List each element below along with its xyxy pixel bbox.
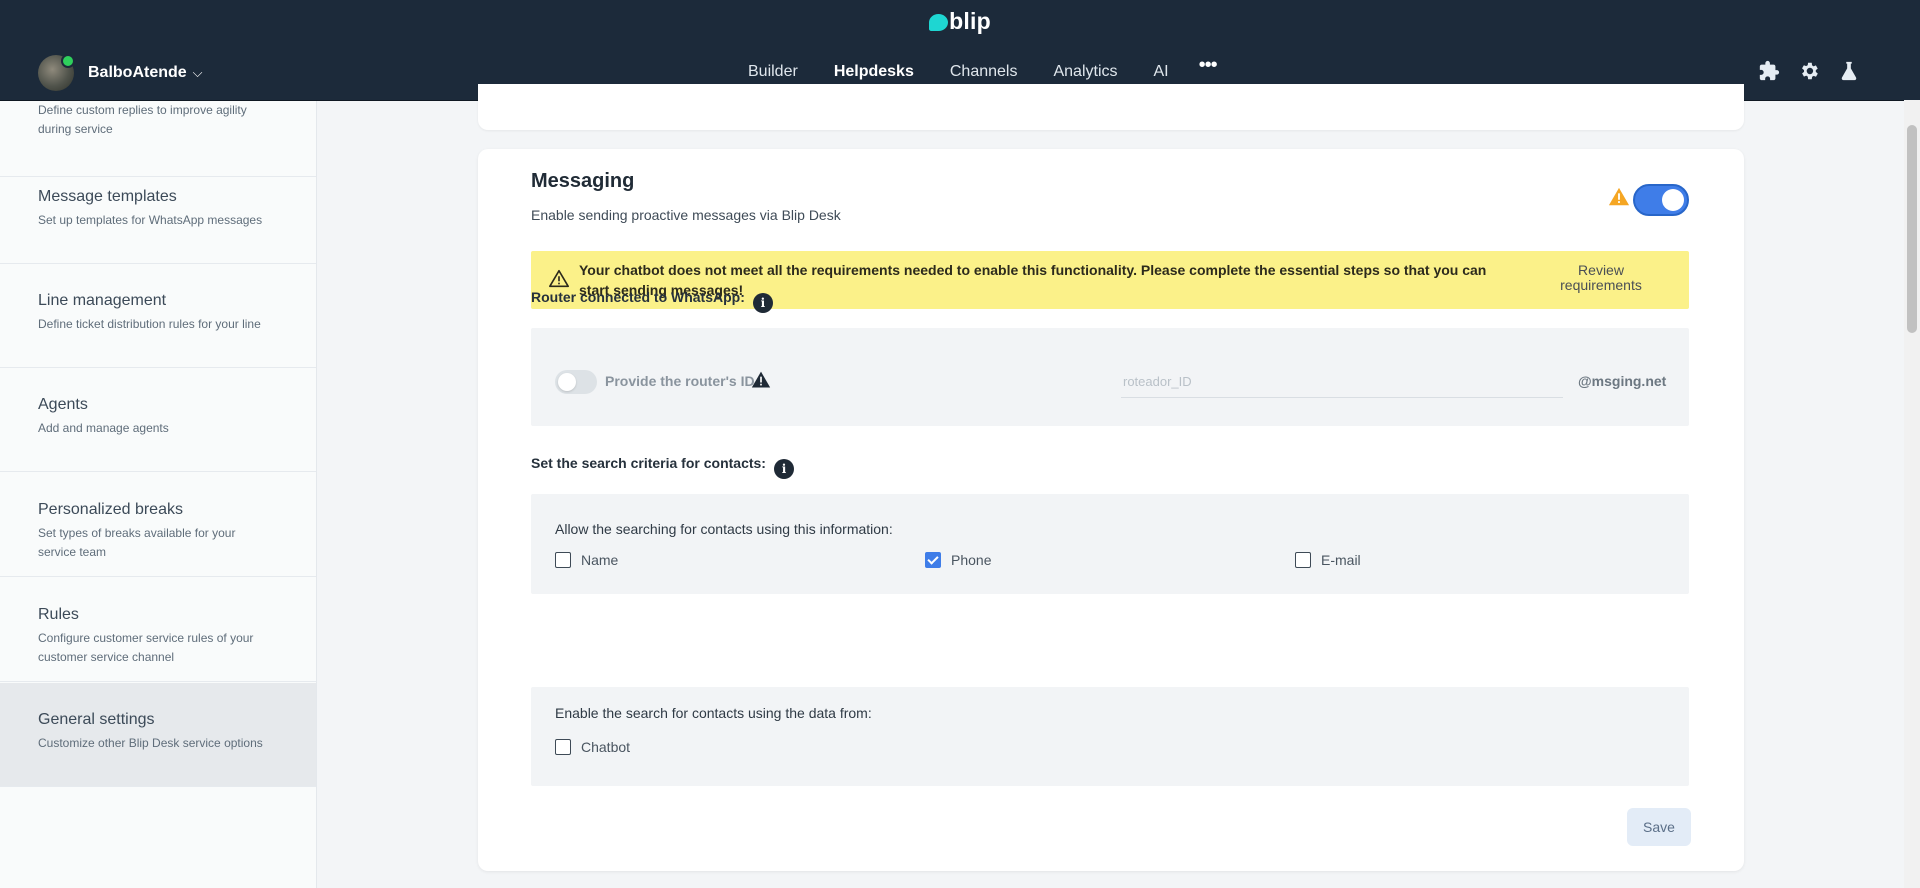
- checkbox-box: [1295, 552, 1311, 568]
- router-domain-suffix: @msging.net: [1578, 373, 1667, 389]
- sidebar-item-title: Rules: [38, 606, 79, 623]
- sidebar-item-desc: Define ticket distribution rules for you…: [38, 317, 261, 331]
- email-checkbox[interactable]: E-mail: [1295, 552, 1361, 568]
- settings-sidebar: Define custom replies to improve agility…: [0, 101, 317, 888]
- router-id-toggle-label: Provide the router's ID: [605, 373, 755, 389]
- sidebar-item-title: Line management: [38, 292, 167, 309]
- logo-text: blip: [949, 8, 991, 34]
- sidebar-item-general-settings[interactable]: General settings Customize other Blip De…: [0, 683, 316, 787]
- messaging-toggle[interactable]: [1633, 184, 1689, 216]
- name-checkbox[interactable]: Name: [555, 552, 618, 568]
- router-section: Router connected to WhatsApp: i: [531, 289, 773, 313]
- warning-icon: [751, 371, 771, 388]
- sidebar-item-title: General settings: [38, 711, 155, 728]
- sidebar-item-title: Personalized breaks: [38, 501, 183, 518]
- search-criteria-section: Set the search criteria for contacts: i: [531, 455, 794, 479]
- checkbox-box: [555, 552, 571, 568]
- messaging-card: Messaging Enable sending proactive messa…: [478, 149, 1744, 871]
- sidebar-item-desc: Customize other Blip Desk service option…: [38, 736, 263, 750]
- extensions-icon[interactable]: [1758, 60, 1780, 82]
- previous-settings-card: [478, 84, 1744, 130]
- checkbox-label: Name: [581, 552, 619, 568]
- online-status-dot: [61, 54, 75, 68]
- header-tools: [1758, 60, 1860, 82]
- checkbox-label: E-mail: [1321, 552, 1361, 568]
- flask-icon[interactable]: [1838, 60, 1860, 82]
- search-source-label: Enable the search for contacts using the…: [555, 705, 872, 721]
- sidebar-item-line-management[interactable]: Line management Define ticket distributi…: [0, 264, 316, 368]
- scrollbar-thumb[interactable]: [1907, 125, 1917, 333]
- info-icon[interactable]: i: [752, 293, 773, 313]
- checkbox-label: Chatbot: [581, 739, 631, 755]
- sidebar-item-desc: Configure customer service rules of your…: [38, 631, 254, 664]
- search-criteria-label: Set the search criteria for contacts:: [531, 455, 766, 471]
- review-requirements-button[interactable]: Review requirements: [1541, 263, 1661, 293]
- toggle-knob: [558, 373, 576, 391]
- sidebar-item-desc: Set types of breaks available for your s…: [38, 526, 236, 559]
- info-icon[interactable]: i: [773, 459, 794, 479]
- checkbox-label: Phone: [951, 552, 992, 568]
- search-source-panel: Enable the search for contacts using the…: [531, 687, 1689, 786]
- warning-icon: [1608, 187, 1630, 206]
- settings-gear-icon[interactable]: [1798, 60, 1820, 82]
- toggle-knob: [1662, 189, 1684, 211]
- sidebar-item-title: Message templates: [38, 188, 177, 205]
- sidebar-item-desc: Set up templates for WhatsApp messages: [38, 213, 263, 227]
- sidebar-item-desc: Add and manage agents: [38, 421, 169, 435]
- blip-logo-bubble-icon: [929, 14, 949, 31]
- checkbox-box: [555, 739, 571, 755]
- router-panel: Provide the router's ID @msging.net: [531, 328, 1689, 426]
- chatbot-checkbox[interactable]: Chatbot: [555, 739, 630, 755]
- search-info-panel: Allow the searching for contacts using t…: [531, 494, 1689, 594]
- sidebar-item-desc: Define custom replies to improve agility…: [38, 103, 247, 136]
- sidebar-item-personalized-breaks[interactable]: Personalized breaks Set types of breaks …: [0, 473, 316, 577]
- search-info-label: Allow the searching for contacts using t…: [555, 521, 893, 537]
- phone-checkbox[interactable]: Phone: [925, 552, 991, 568]
- router-id-toggle[interactable]: [555, 370, 597, 394]
- router-label: Router connected to WhatsApp:: [531, 289, 745, 305]
- sidebar-item-rules[interactable]: Rules Configure customer service rules o…: [0, 578, 316, 682]
- sidebar-item-message-templates[interactable]: Message templates Set up templates for W…: [0, 160, 316, 264]
- sidebar-item-agents[interactable]: Agents Add and manage agents: [0, 368, 316, 472]
- alert-triangle-icon: [549, 269, 569, 288]
- messaging-subtitle: Enable sending proactive messages via Bl…: [531, 207, 841, 223]
- messaging-title: Messaging: [531, 170, 635, 192]
- blip-logo[interactable]: blip: [0, 8, 1920, 35]
- sidebar-item-title: Agents: [38, 396, 88, 413]
- checkbox-box-checked: [925, 552, 941, 568]
- save-button[interactable]: Save: [1627, 808, 1691, 846]
- router-id-input[interactable]: [1121, 366, 1563, 398]
